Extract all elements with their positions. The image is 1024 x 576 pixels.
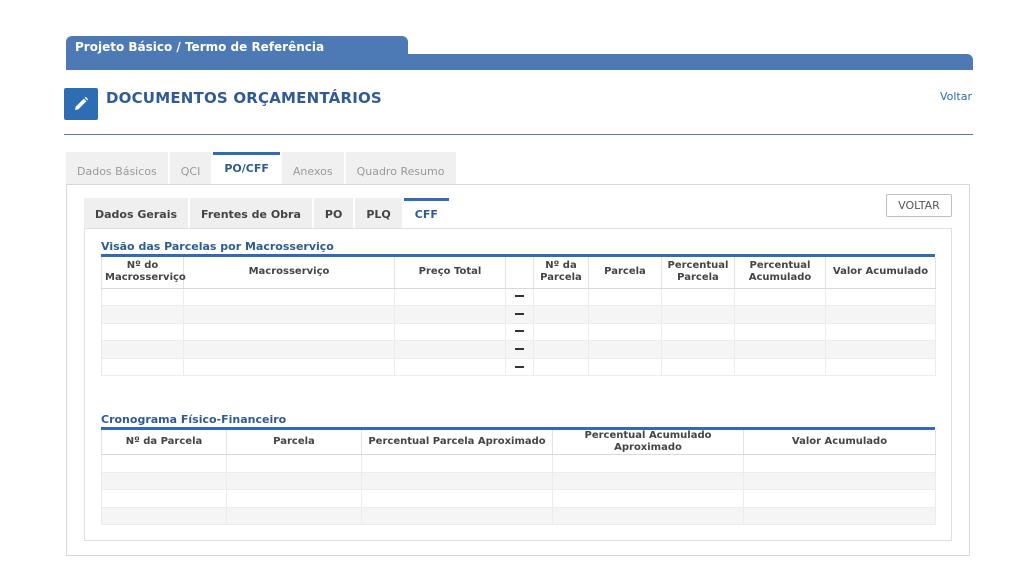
table-row bbox=[101, 305, 936, 324]
table-row bbox=[101, 506, 936, 526]
col-header: Macrosserviço bbox=[183, 257, 395, 289]
main-tabs: Dados Básicos QCI PO/CFF Anexos Quadro R… bbox=[66, 152, 458, 185]
header-bar bbox=[66, 54, 973, 70]
col-header: Valor Acumulado bbox=[825, 257, 936, 289]
tab-anexos[interactable]: Anexos bbox=[281, 152, 344, 185]
tab-dados-basicos[interactable]: Dados Básicos bbox=[66, 152, 168, 185]
table-row bbox=[101, 489, 936, 508]
table-row bbox=[101, 471, 936, 491]
col-header: Percentual Acumulado bbox=[734, 257, 826, 289]
tab-quadro-resumo[interactable]: Quadro Resumo bbox=[345, 152, 456, 185]
table-row bbox=[101, 287, 936, 307]
tab-frentes-de-obra[interactable]: Frentes de Obra bbox=[190, 198, 312, 229]
voltar-button[interactable]: VOLTAR bbox=[886, 194, 952, 217]
visao-table: Nº do Macrosserviço Macrosserviço Preço … bbox=[101, 257, 936, 377]
page-title: DOCUMENTOS ORÇAMENTÁRIOS bbox=[106, 89, 382, 107]
col-header: Nº do Macrosserviço bbox=[101, 257, 186, 289]
table-row bbox=[101, 322, 936, 342]
sub-tabs: Dados Gerais Frentes de Obra PO PLQ CFF bbox=[84, 198, 451, 229]
col-header: Preço Total bbox=[394, 257, 506, 289]
table-row bbox=[101, 357, 936, 377]
col-header: Nº da Parcela bbox=[101, 430, 227, 455]
dash-icon bbox=[515, 365, 524, 368]
dash-icon bbox=[515, 330, 524, 333]
title-divider bbox=[64, 134, 973, 135]
pencil-icon bbox=[64, 88, 98, 120]
col-header: Nº da Parcela bbox=[533, 257, 589, 289]
tab-qci[interactable]: QCI bbox=[169, 152, 212, 185]
tab-dados-gerais[interactable]: Dados Gerais bbox=[84, 198, 189, 229]
tab-po[interactable]: PO bbox=[313, 198, 354, 229]
cronograma-section-title: Cronograma Físico-Financeiro bbox=[101, 413, 287, 426]
dash-icon bbox=[515, 312, 524, 315]
col-header: Parcela bbox=[588, 257, 662, 289]
tab-plq[interactable]: PLQ bbox=[355, 198, 402, 229]
col-header: Percentual Acumulado Aproximado bbox=[552, 430, 744, 455]
cronograma-table: Nº da Parcela Parcela Percentual Parcela… bbox=[101, 430, 936, 526]
col-header: Valor Acumulado bbox=[743, 430, 936, 455]
dash-icon bbox=[515, 295, 524, 298]
col-header: Percentual Parcela Aproximado bbox=[361, 430, 553, 455]
table-row bbox=[101, 340, 936, 359]
col-header bbox=[505, 257, 534, 289]
col-header: Parcela bbox=[226, 430, 362, 455]
visao-section-title: Visão das Parcelas por Macrosserviço bbox=[101, 240, 334, 253]
back-link[interactable]: Voltar bbox=[940, 90, 972, 103]
tab-po-cff[interactable]: PO/CFF bbox=[213, 152, 280, 185]
tab-cff[interactable]: CFF bbox=[403, 198, 449, 229]
dash-icon bbox=[515, 348, 524, 351]
table-row bbox=[101, 454, 936, 473]
col-header: Percentual Parcela bbox=[661, 257, 735, 289]
